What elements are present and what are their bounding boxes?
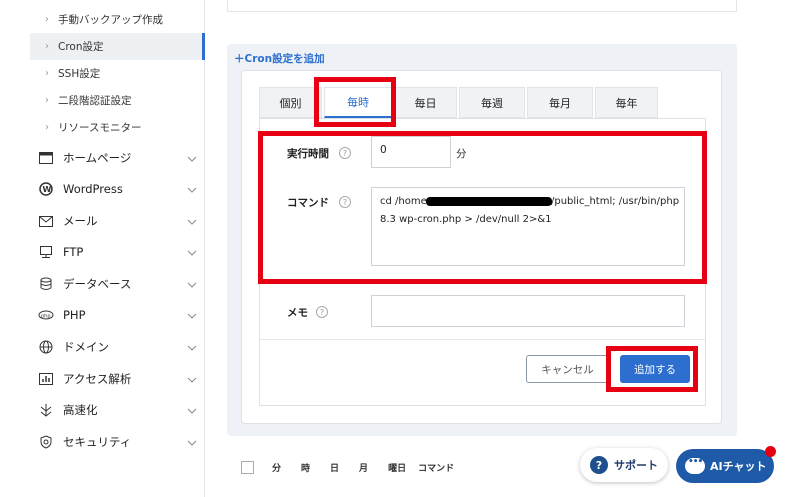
sidebar-item-label: PHP [63,308,86,322]
support-label: サポート [614,459,658,472]
sidebar-item-ssh[interactable]: › SSH設定 [30,60,205,87]
svg-text:php: php [41,314,51,320]
sidebar-item-ftp[interactable]: FTP [30,236,205,268]
chat-bubble-icon [685,457,705,474]
bar-chart-icon [38,371,54,387]
sidebar-item-2fa[interactable]: › 二段階認証設定 [30,87,205,114]
chevron-down-icon [187,435,197,449]
sidebar-item-label: アクセス解析 [63,372,132,386]
php-icon: php [38,307,54,323]
help-icon[interactable]: ? [316,306,328,318]
column-hour: 時 [301,463,311,474]
row-divider [260,339,705,340]
sidebar-item-label: データベース [63,277,132,291]
highlight-form-fields [258,131,707,284]
chevron-down-icon [187,403,197,417]
previous-card [227,0,737,12]
sidebar-item-access-analytics[interactable]: アクセス解析 [30,363,205,395]
sidebar-item-wordpress[interactable]: W WordPress [30,173,205,205]
question-icon: ? [590,456,608,474]
support-button[interactable]: ? サポート [580,448,668,482]
add-cron-link[interactable]: ＋Cron設定を追加 [234,51,325,66]
sidebar-item-label: メール [63,214,98,228]
sidebar-item-mail[interactable]: メール [30,205,205,237]
highlight-add-button [606,346,698,392]
sidebar-item-homepage[interactable]: ホームページ [30,142,205,174]
sidebar-item-label: セキュリティ [63,435,132,449]
shield-icon [38,434,54,450]
ai-chat-button[interactable]: AIチャット [676,449,774,483]
sidebar-item-speed[interactable]: 高速化 [30,394,205,426]
sidebar-item-label: 手動バックアップ作成 [58,14,163,26]
column-minute: 分 [272,463,282,474]
chevron-down-icon [187,372,197,386]
chevron-right-icon: › [45,14,49,25]
cron-table-header: 分 時 日 月 曜日 コマンド [241,457,474,477]
chevron-down-icon [187,151,197,165]
highlight-hourly-tab [314,77,396,127]
column-command: コマンド [418,463,455,474]
sidebar-item-security[interactable]: セキュリティ [30,426,205,458]
svg-text:W: W [43,185,52,194]
chevron-right-icon: › [45,95,49,106]
sidebar-item-label: Cron設定 [58,41,104,53]
chevron-down-icon [187,214,197,228]
chevron-right-icon: › [45,41,49,52]
cancel-button[interactable]: キャンセル [526,355,609,383]
sidebar-item-database[interactable]: データベース [30,268,205,300]
sidebar-item-label: ドメイン [63,340,109,354]
memo-label: メモ [287,307,308,319]
plus-icon: ＋ [234,53,245,65]
ftp-monitor-icon [38,244,54,260]
ai-chat-label: AIチャット [710,460,767,473]
column-month: 月 [359,463,369,474]
sidebar-item-resource-monitor[interactable]: › リソースモニター [30,114,205,141]
sidebar-item-label: リソースモニター [58,122,142,134]
column-day: 日 [330,463,340,474]
chevron-right-icon: › [45,122,49,133]
sidebar-item-label: ホームページ [63,151,132,165]
tab-weekly[interactable]: 毎週 [459,87,525,118]
tab-daily[interactable]: 毎日 [394,87,457,118]
chevron-down-icon [187,340,197,354]
chevron-down-icon [187,308,197,322]
envelope-icon [38,213,54,229]
chevron-down-icon [187,277,197,291]
tab-individual[interactable]: 個別 [259,87,322,118]
wordpress-icon: W [38,181,54,197]
sidebar-item-label: WordPress [63,182,123,196]
tab-monthly[interactable]: 毎月 [527,87,593,118]
sidebar-item-label: SSH設定 [58,68,101,80]
database-icon [38,276,54,292]
globe-icon [38,339,54,355]
chevron-down-icon [187,182,197,196]
sidebar-item-domain[interactable]: ドメイン [30,331,205,363]
chevron-down-icon [187,245,197,259]
browser-window-icon [38,150,54,166]
sidebar-item-manual-backup[interactable]: › 手動バックアップ作成 [30,6,205,33]
sidebar-item-label: 二段階認証設定 [58,95,132,107]
select-all-checkbox[interactable] [241,460,254,474]
add-cron-label: Cron設定を追加 [244,53,325,65]
column-weekday: 曜日 [388,463,407,474]
sidebar-item-cron[interactable]: › Cron設定 [30,33,205,60]
notification-dot [765,446,776,457]
speed-icon [38,402,54,418]
sidebar: › 手動バックアップ作成 › Cron設定 › SSH設定 › 二段階認証設定 … [30,0,205,497]
sidebar-item-label: FTP [63,245,84,259]
sidebar-item-label: 高速化 [63,403,98,417]
tab-yearly[interactable]: 毎年 [595,87,658,118]
chevron-right-icon: › [45,68,49,79]
memo-input[interactable] [371,295,685,327]
sidebar-item-php[interactable]: php PHP [30,299,205,331]
